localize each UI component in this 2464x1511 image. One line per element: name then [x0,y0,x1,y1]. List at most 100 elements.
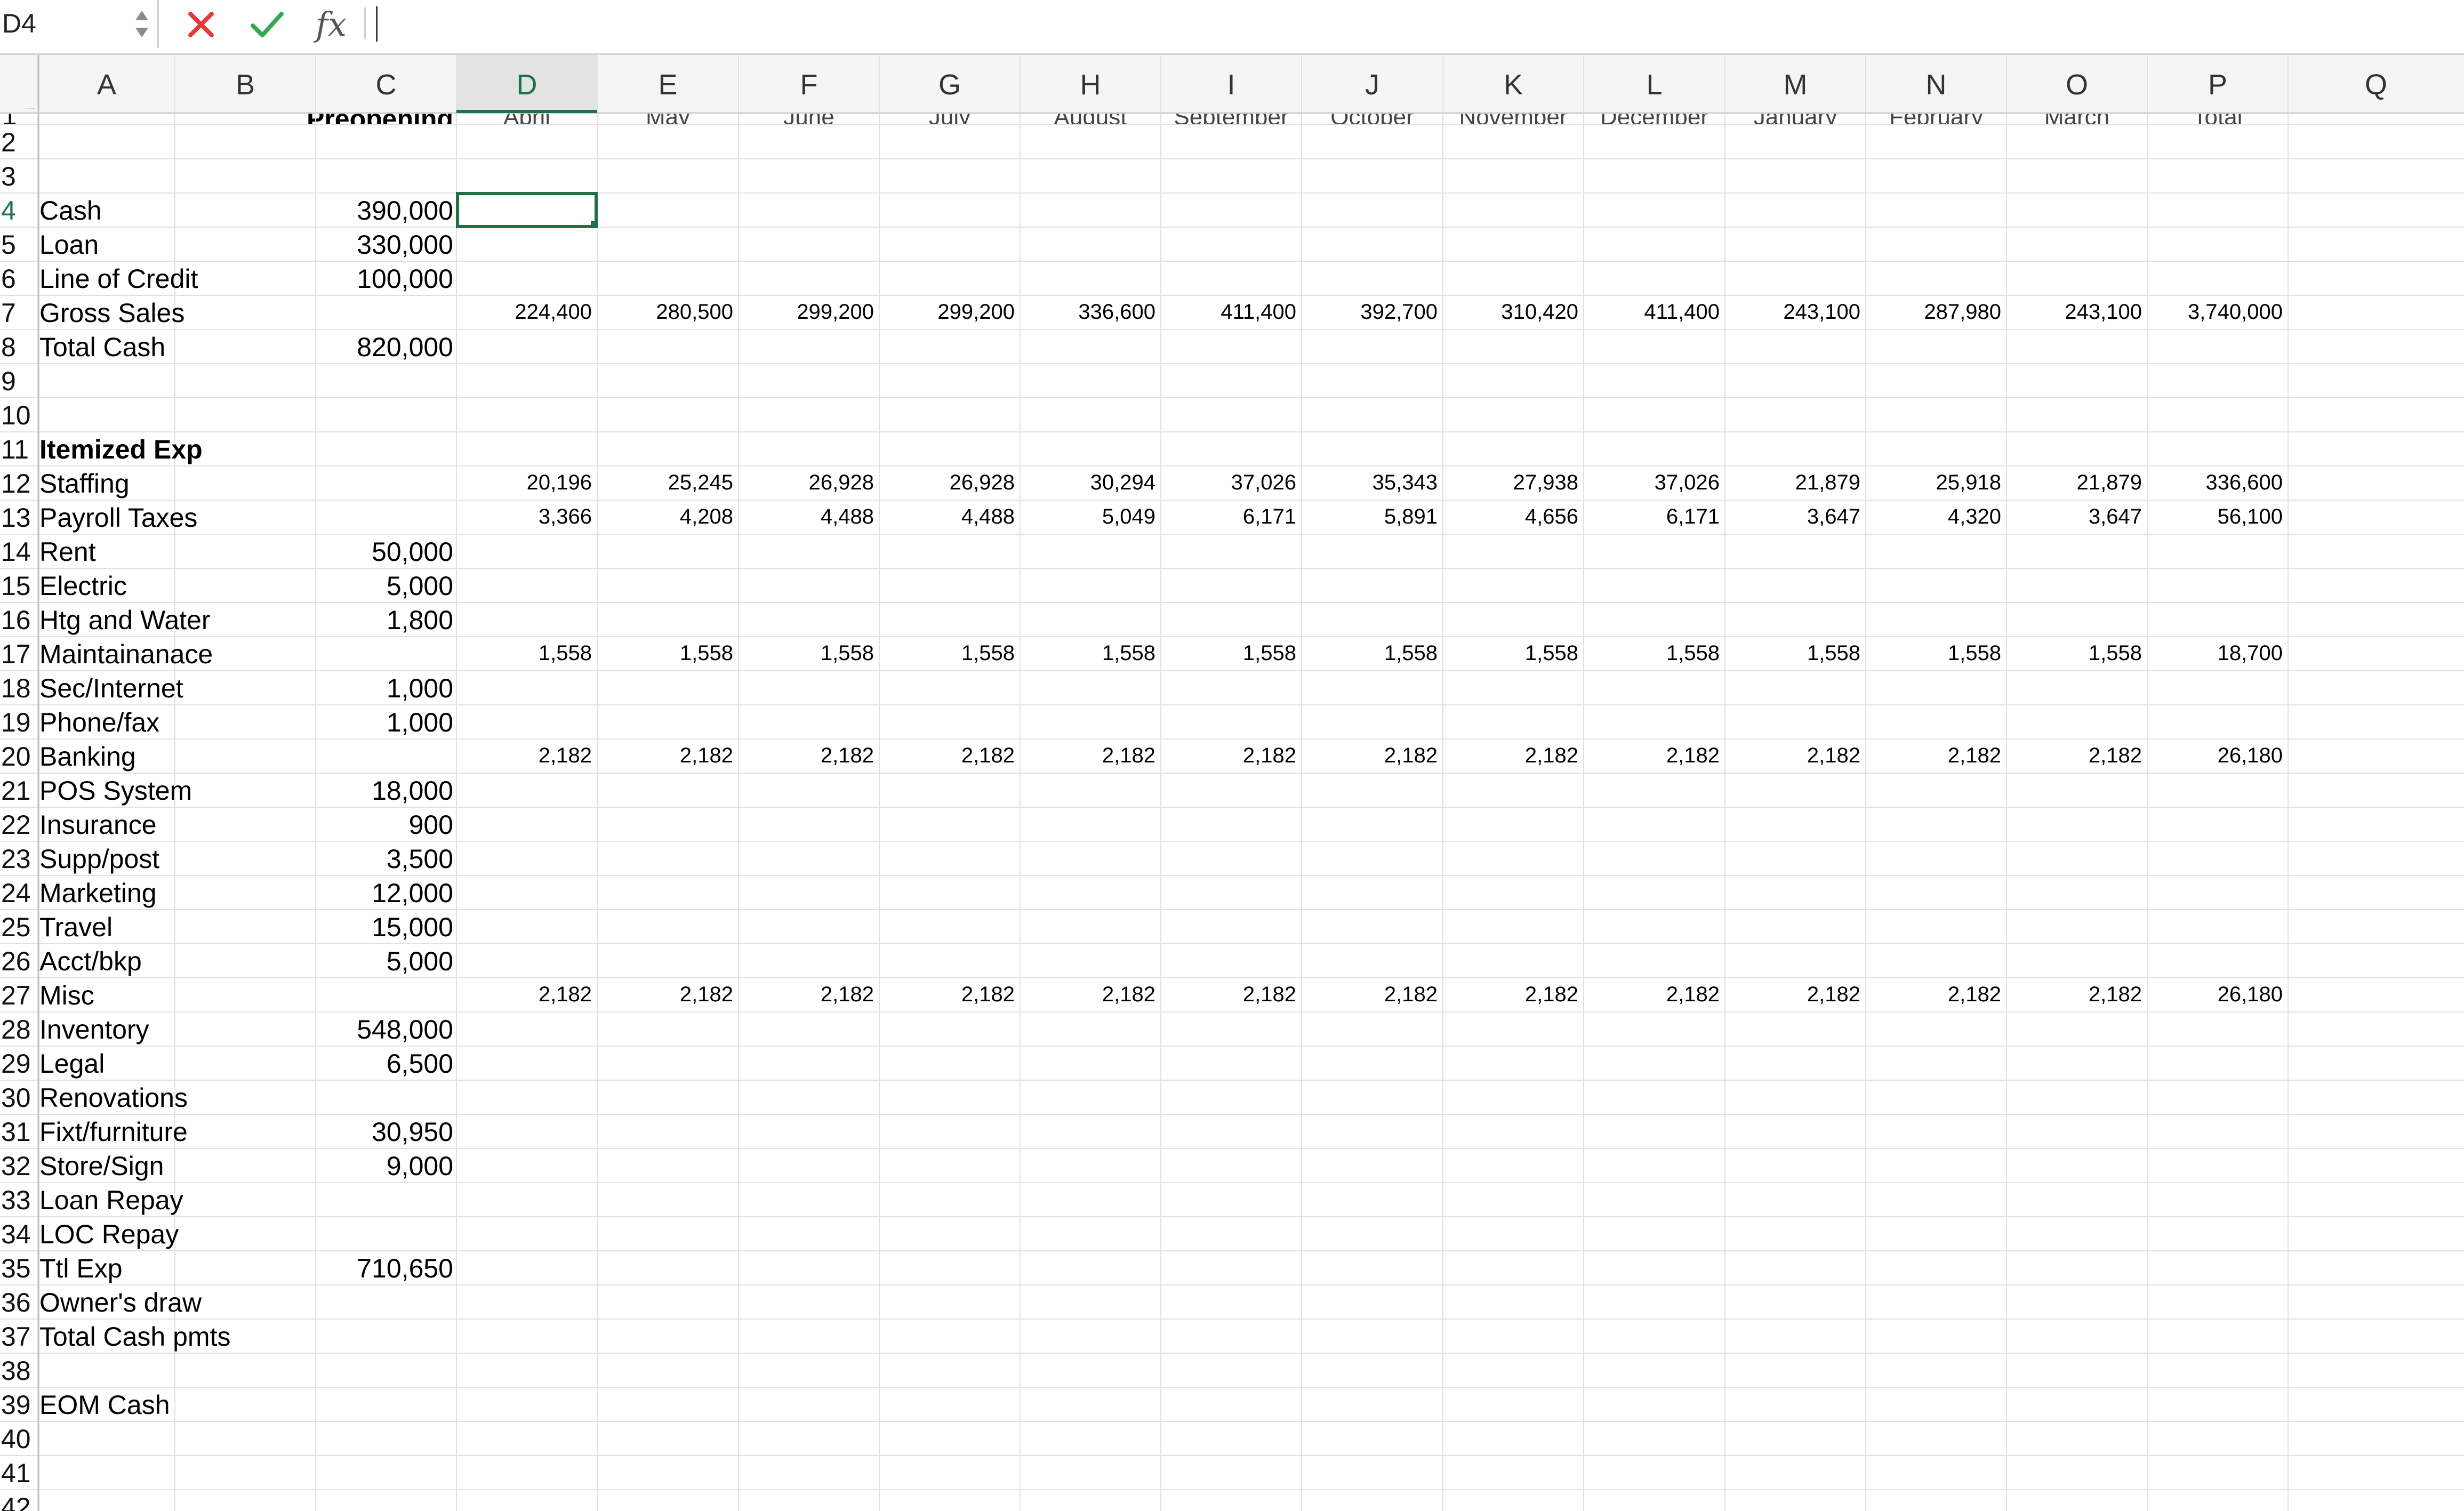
column-header-n[interactable]: N [1926,69,1947,101]
row-number[interactable]: 33 [1,1185,31,1215]
row-number[interactable]: 34 [1,1219,31,1249]
row-number[interactable]: 23 [1,844,31,874]
row-number[interactable]: 2 [1,127,16,157]
column-header-b[interactable]: B [236,69,255,101]
row-label: Insurance [39,810,157,840]
month-value: 25,918 [1936,471,2001,494]
preopening-value: 3,500 [387,844,453,874]
row-number[interactable]: 10 [1,400,31,430]
row-number[interactable]: 16 [1,605,31,635]
column-header-d[interactable]: D [517,69,537,101]
preopening-value: 900 [409,810,453,840]
month-value: 1,558 [1243,641,1296,665]
spreadsheet-grid[interactable]: Preopening April May June July August Septembe… [0,0,2464,1511]
month-value: 2,182 [1384,983,1438,1006]
row-label: Misc [39,980,94,1010]
row-label: Travel [39,912,113,942]
row-number[interactable]: 25 [1,912,31,942]
row-label: Itemized Exp [39,435,203,464]
month-value: 310,420 [1501,300,1578,324]
row-number[interactable]: 14 [1,537,31,567]
column-header-m[interactable]: M [1784,69,1808,101]
month-value: 2,182 [821,744,874,767]
row-number[interactable]: 41 [1,1458,31,1488]
selected-cell[interactable] [456,192,598,228]
row-number[interactable]: 39 [1,1390,31,1420]
row-number[interactable]: 35 [1,1253,31,1283]
column-header-q[interactable]: Q [2365,69,2387,101]
column-header-l[interactable]: L [1646,69,1662,101]
month-value: 26,928 [809,471,874,494]
month-value: 27,938 [1513,471,1578,494]
row-number[interactable]: 24 [1,878,31,908]
month-value: 6,171 [1243,505,1296,528]
month-value: 37,026 [1231,471,1296,494]
row-number[interactable]: 32 [1,1151,31,1181]
row-number[interactable]: 20 [1,742,31,771]
month-value: 35,343 [1373,471,1438,494]
row-number[interactable]: 21 [1,776,31,806]
row-number[interactable]: 7 [1,298,16,328]
month-value: 1,558 [821,641,874,665]
row-number[interactable]: 30 [1,1083,31,1113]
row-number[interactable]: 40 [1,1424,31,1454]
row-label: Acct/bkp [39,946,142,976]
column-header-o[interactable]: O [2066,69,2088,101]
month-value: 18,700 [2218,641,2283,665]
row-number[interactable]: 19 [1,708,31,737]
row-label: Renovations [39,1083,188,1113]
row-number[interactable]: 18 [1,673,31,703]
column-header-a[interactable]: A [97,69,116,101]
row-number[interactable]: 42 [1,1492,31,1511]
month-value: 2,182 [961,744,1015,767]
column-header-c[interactable]: C [376,69,397,101]
month-value: 2,182 [539,983,592,1006]
row-number[interactable]: 9 [1,366,16,396]
row-number[interactable]: 28 [1,1015,31,1044]
row-number[interactable]: 11 [1,435,29,464]
column-header-h[interactable]: H [1080,69,1101,101]
row-number[interactable]: 38 [1,1356,31,1386]
row-number[interactable]: 27 [1,980,31,1010]
row-number[interactable]: 31 [1,1117,31,1147]
row-number[interactable]: 22 [1,810,31,840]
month-value: 30,294 [1090,471,1155,494]
row-number[interactable]: 36 [1,1288,31,1317]
row-number[interactable]: 6 [1,264,16,294]
month-value: 299,200 [937,300,1015,324]
column-header-e[interactable]: E [658,69,677,101]
month-value: 336,600 [2205,471,2283,494]
month-value: 4,320 [1948,505,2001,528]
row-number[interactable]: 26 [1,946,31,976]
row-number[interactable]: 5 [1,230,16,260]
month-value: 26,180 [2218,983,2283,1006]
column-header-p[interactable]: P [2208,69,2227,101]
column-header-k[interactable]: K [1504,69,1523,101]
column-header-j[interactable]: J [1365,69,1379,101]
preopening-value: 12,000 [372,878,453,908]
column-header-f[interactable]: F [800,69,818,101]
row-number[interactable]: 3 [1,162,16,191]
selected-column-indicator [456,110,597,113]
row-number[interactable]: 29 [1,1049,31,1079]
row-number[interactable]: 13 [1,503,31,533]
row-number[interactable]: 15 [1,571,31,601]
fill-handle[interactable] [591,221,597,227]
column-header-g[interactable]: G [938,69,961,101]
month-value: 243,100 [2065,300,2142,324]
month-value: 2,182 [1243,983,1296,1006]
column-header-i[interactable]: I [1227,69,1235,101]
month-value: 2,182 [1948,744,2001,767]
month-value: 3,366 [539,505,592,528]
row-label: Loan Repay [39,1185,183,1215]
row-number[interactable]: 17 [1,639,31,669]
row-label: Inventory [39,1015,149,1044]
row-number[interactable]: 4 [1,196,16,226]
row-number[interactable]: 8 [1,332,16,362]
month-value: 20,196 [527,471,592,494]
row-number[interactable]: 12 [1,469,31,499]
month-value: 4,208 [680,505,733,528]
month-value: 2,182 [2089,744,2142,767]
row-number[interactable]: 37 [1,1322,31,1352]
month-value: 3,740,000 [2188,300,2283,324]
